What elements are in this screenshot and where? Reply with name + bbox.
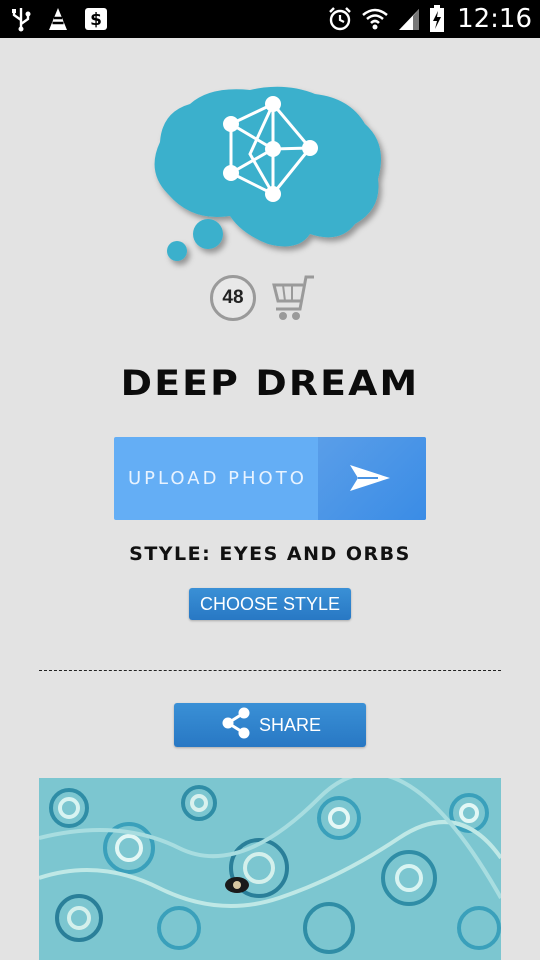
vlc-cone-icon	[46, 6, 70, 32]
app-title: DEEP DREAM	[120, 364, 420, 404]
battery-charging-icon	[429, 5, 445, 33]
upload-photo-label: UPLOAD PHOTO	[128, 468, 307, 489]
status-time: 12:16	[457, 4, 532, 34]
credit-counter[interactable]: 48	[210, 275, 256, 321]
selected-style-text: STYLE: EYES AND ORBS	[129, 543, 411, 565]
alarm-icon	[327, 6, 353, 32]
divider	[39, 670, 501, 671]
share-button[interactable]: SHARE	[174, 703, 366, 747]
svg-text:$: $	[90, 10, 102, 30]
dream-result-image[interactable]	[39, 778, 501, 960]
dollar-app-icon: $	[84, 7, 108, 31]
signal-icon	[397, 6, 421, 32]
choose-style-button[interactable]: CHOOSE STYLE	[189, 588, 351, 620]
status-bar: $ 12:16	[0, 0, 540, 38]
share-label: SHARE	[258, 714, 321, 735]
share-icon	[219, 706, 253, 745]
cart-icon[interactable]	[270, 273, 320, 323]
upload-photo-button[interactable]: UPLOAD PHOTO	[114, 437, 426, 520]
wifi-icon	[361, 7, 389, 31]
brain-network-icon	[150, 84, 390, 274]
usb-icon	[10, 6, 32, 32]
send-arrow-icon	[318, 437, 426, 520]
